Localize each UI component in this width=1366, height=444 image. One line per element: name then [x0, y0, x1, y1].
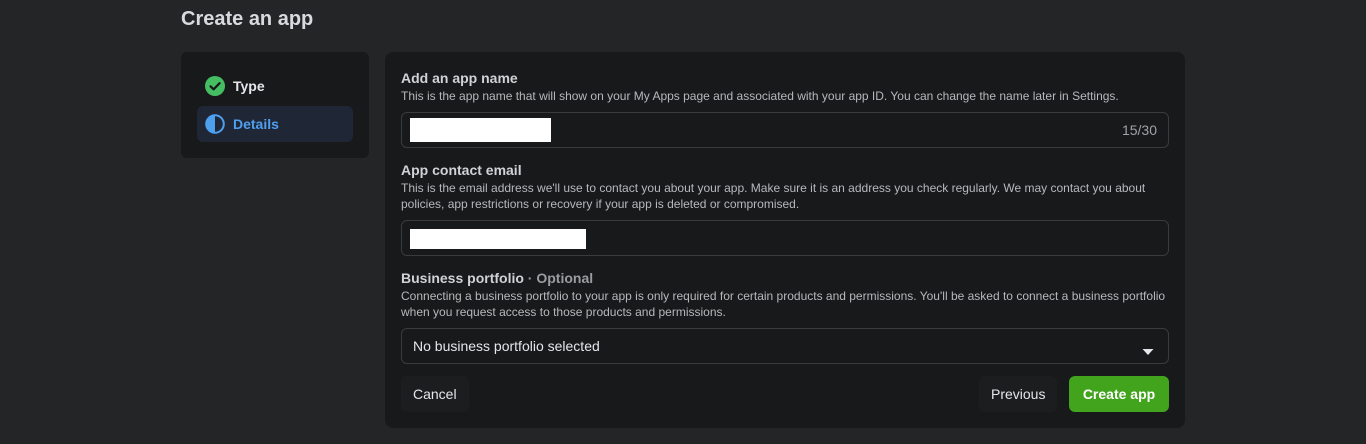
steps-sidebar: Type Details — [181, 52, 369, 158]
app-name-help: This is the app name that will show on y… — [401, 89, 1119, 103]
redacted-contact-email — [410, 229, 586, 249]
app-name-character-counter: 15/30 — [1121, 122, 1157, 138]
step-details[interactable]: Details — [197, 106, 353, 142]
caret-down-icon — [1142, 343, 1154, 355]
contact-email-section: App contact email This is the email addr… — [401, 161, 1169, 256]
step-type[interactable]: Type — [197, 68, 353, 104]
business-portfolio-select[interactable]: No business portfolio selected — [401, 328, 1169, 364]
business-portfolio-section: Business portfolio · Optional Connecting… — [401, 269, 1169, 364]
cancel-button[interactable]: Cancel — [401, 376, 469, 412]
step-type-label: Type — [233, 78, 265, 94]
details-form-card: Add an app name This is the app name tha… — [385, 52, 1185, 428]
optional-tag: · Optional — [527, 270, 594, 286]
business-portfolio-selected-value: No business portfolio selected — [413, 338, 600, 354]
contact-email-input[interactable] — [401, 220, 1169, 256]
half-circle-icon — [205, 114, 225, 134]
page-title: Create an app — [181, 8, 314, 30]
business-portfolio-label: Business portfolio · Optional — [401, 269, 1169, 287]
app-name-label: Add an app name — [401, 70, 518, 86]
contact-email-help: This is the email address we'll use to c… — [401, 181, 1146, 211]
create-app-button[interactable]: Create app — [1069, 376, 1169, 412]
redacted-app-name — [410, 118, 551, 142]
create-app-page: Create an app Type Details Add an app na… — [0, 0, 1366, 444]
business-portfolio-label-text: Business portfolio — [401, 270, 524, 286]
contact-email-label: App contact email — [401, 162, 522, 178]
step-details-label: Details — [233, 116, 279, 132]
app-name-input[interactable]: 15/30 — [401, 112, 1169, 148]
business-portfolio-help: Connecting a business portfolio to your … — [401, 289, 1166, 319]
check-circle-icon — [205, 76, 225, 96]
app-name-section: Add an app name This is the app name tha… — [401, 69, 1169, 148]
previous-button[interactable]: Previous — [979, 376, 1058, 412]
